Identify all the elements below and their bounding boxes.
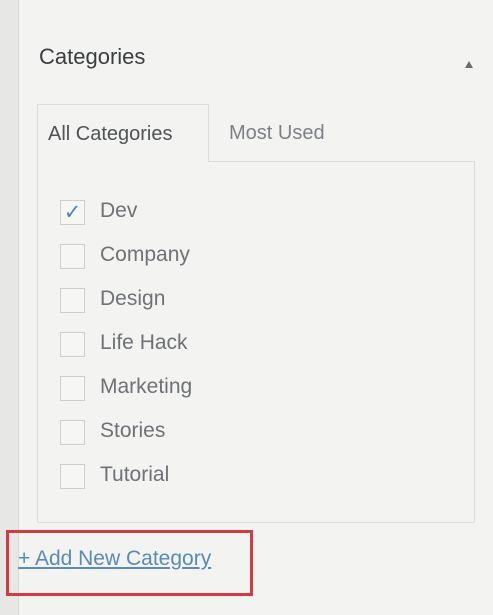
category-label: Company — [100, 243, 190, 266]
list-item[interactable]: Stories — [60, 418, 360, 448]
category-label: Dev — [100, 199, 138, 222]
category-tabs: All Categories Most Used — [37, 104, 475, 162]
checkbox-marketing[interactable] — [60, 376, 85, 401]
list-item[interactable]: Design — [60, 286, 360, 316]
checkbox-dev[interactable]: ✓ — [60, 200, 85, 225]
collapse-arrow-icon[interactable] — [465, 61, 473, 68]
list-item[interactable]: Tutorial — [60, 462, 360, 492]
category-label: Tutorial — [100, 463, 170, 486]
tab-all-categories[interactable]: All Categories — [37, 104, 209, 162]
checkbox-stories[interactable] — [60, 420, 85, 445]
checkbox-life-hack[interactable] — [60, 332, 85, 357]
checkbox-tutorial[interactable] — [60, 464, 85, 489]
add-new-category-link[interactable]: + Add New Category — [18, 547, 211, 571]
checkbox-design[interactable] — [60, 288, 85, 313]
list-item[interactable]: Life Hack — [60, 330, 360, 360]
category-label: Life Hack — [100, 331, 188, 354]
category-label: Design — [100, 287, 166, 310]
category-label: Stories — [100, 419, 166, 442]
add-category-highlight: + Add New Category — [6, 530, 253, 596]
category-label: Marketing — [100, 375, 193, 398]
panel-title: Categories — [39, 44, 146, 69]
list-item[interactable]: Marketing — [60, 374, 360, 404]
checkbox-company[interactable] — [60, 244, 85, 269]
list-item[interactable]: ✓ Dev — [60, 198, 360, 228]
list-item[interactable]: Company — [60, 242, 360, 272]
categories-panel: Categories All Categories Most Used ✓ De… — [18, 0, 493, 615]
category-list: ✓ Dev Company Design Life Hack Marketing… — [37, 161, 475, 523]
tab-most-used[interactable]: Most Used — [219, 104, 349, 162]
